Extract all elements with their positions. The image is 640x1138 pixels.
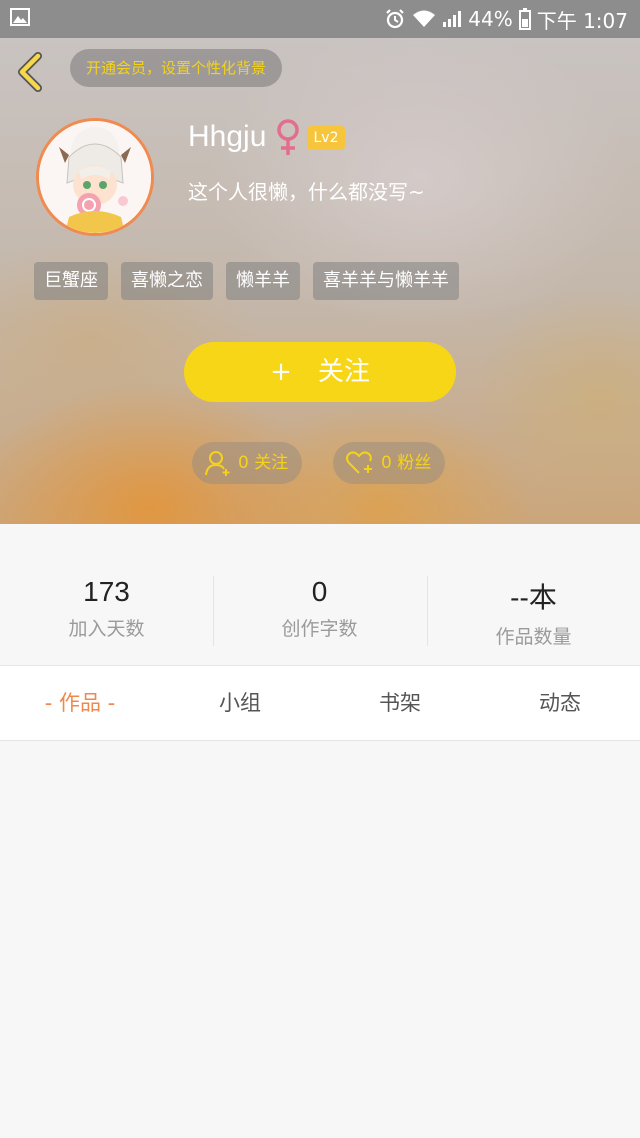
tag-item[interactable]: 懒羊羊: [226, 262, 300, 300]
bio-text: 这个人很懒，什么都没写~: [188, 180, 425, 204]
alarm-icon: [384, 8, 406, 30]
tag-item[interactable]: 喜懒之恋: [121, 262, 213, 300]
profile-header: 开通会员，设置个性化背景 Hhgju Lv2 这个人很懒，什么都没写~ 巨蟹座 …: [0, 38, 640, 524]
username: Hhgju: [188, 120, 267, 153]
stat-works-count: --本 作品数量: [427, 576, 640, 649]
stat-value: 0: [311, 576, 328, 607]
tab-bar: - 作品 - 小组 书架 动态: [0, 666, 640, 741]
stat-value: 173: [83, 576, 130, 607]
signal-icon: [442, 10, 462, 28]
avatar[interactable]: [36, 118, 154, 236]
stat-words-written: 0 创作字数: [213, 576, 426, 641]
tab-activity[interactable]: 动态: [480, 666, 640, 741]
status-bar: 44% 下午 1:07: [0, 0, 640, 38]
fans-count: 0 粉丝: [381, 453, 432, 473]
fans-count-button[interactable]: 0 粉丝: [333, 442, 446, 484]
tag-item[interactable]: 喜羊羊与懒羊羊: [313, 262, 459, 300]
status-icons: 44% 下午 1:07: [384, 5, 628, 33]
heart-plus-icon: [346, 451, 372, 474]
following-count: 0 关注: [238, 453, 289, 473]
chevron-left-icon: [18, 52, 42, 92]
stat-value: --本: [510, 582, 557, 613]
stat-label: 加入天数: [68, 618, 145, 640]
back-button[interactable]: [12, 50, 48, 94]
tab-bookshelf[interactable]: 书架: [320, 666, 480, 741]
profile-screen: 44% 下午 1:07 开通会员，设置个性化背景 Hhgju Lv2 这个人很懒…: [0, 0, 640, 1138]
tab-groups[interactable]: 小组: [160, 666, 320, 741]
stat-days-joined: 173 加入天数: [0, 576, 213, 641]
follow-button[interactable]: + 关注: [184, 342, 456, 402]
following-count-button[interactable]: 0 关注: [192, 442, 303, 484]
tag-item[interactable]: 巨蟹座: [34, 262, 108, 300]
clock: 下午 1:07: [536, 8, 628, 33]
battery-icon: [518, 8, 531, 30]
stat-label: 创作字数: [281, 618, 358, 640]
female-icon: [272, 118, 304, 158]
add-user-icon: [205, 451, 230, 476]
plus-icon: +: [270, 357, 292, 387]
battery-percent: 44%: [468, 7, 513, 31]
stats-panel: 173 加入天数 0 创作字数 --本 作品数量: [0, 524, 640, 666]
level-badge: Lv2: [307, 126, 345, 150]
tag-list: 巨蟹座 喜懒之恋 懒羊羊 喜羊羊与懒羊羊: [34, 262, 459, 300]
wifi-icon: [412, 9, 436, 29]
follow-label: 关注: [317, 357, 370, 387]
tab-content-area: [0, 742, 640, 1138]
tab-works[interactable]: - 作品 -: [0, 666, 160, 741]
vip-background-prompt[interactable]: 开通会员，设置个性化背景: [70, 49, 283, 87]
stat-label: 作品数量: [495, 626, 572, 648]
gallery-notification-icon: [10, 8, 32, 28]
